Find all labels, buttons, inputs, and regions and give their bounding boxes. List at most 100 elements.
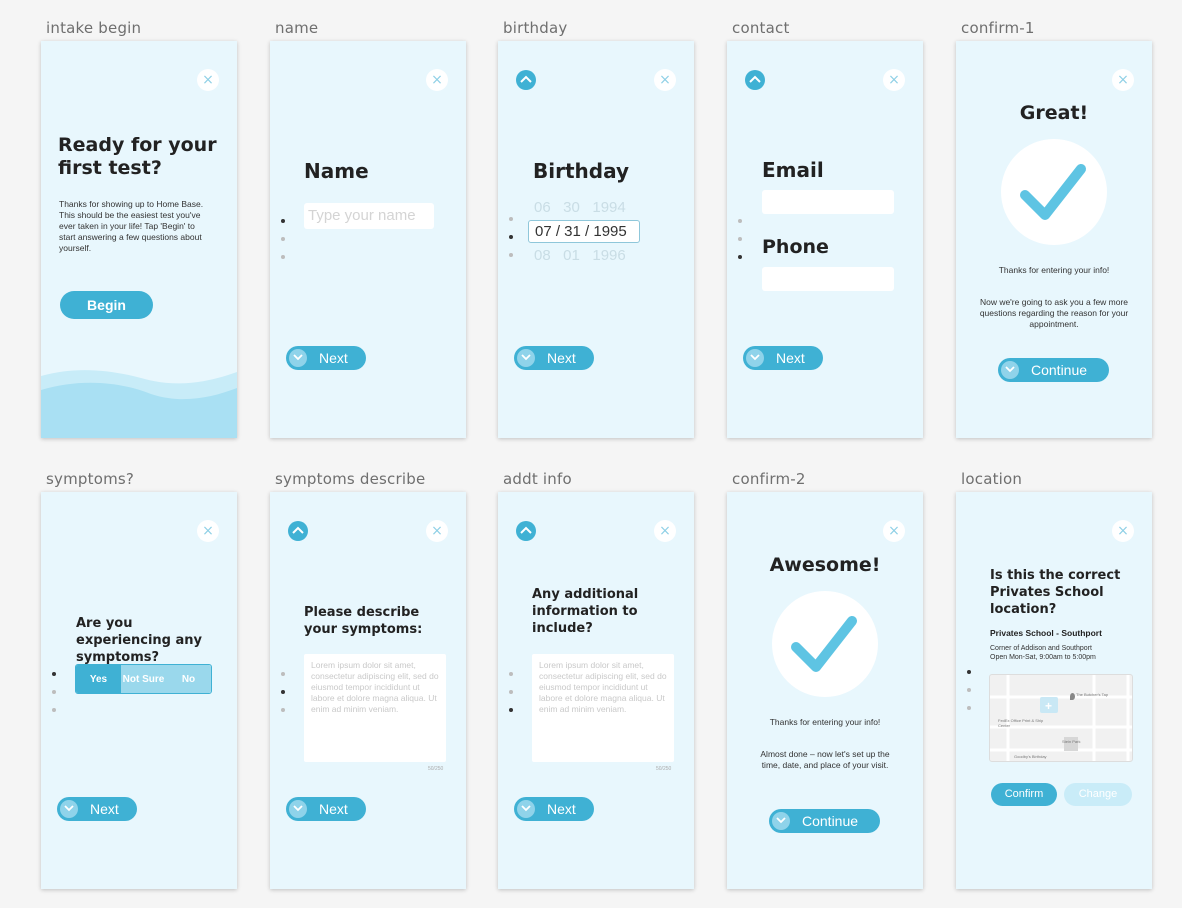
describe-title: Please describe your symptoms: (304, 605, 423, 637)
addt-textarea[interactable]: Lorem ipsum dolor sit amet, consectetur … (532, 654, 674, 762)
next-label: Next (319, 350, 348, 366)
symptoms-textarea[interactable]: Lorem ipsum dolor sit amet, consectetur … (304, 654, 446, 762)
continue-label: Continue (802, 813, 859, 829)
progress-dot (509, 253, 513, 257)
location-map[interactable]: + The Butcher's Tap FedEx Office Print &… (989, 674, 1133, 762)
chevron-down-icon (772, 812, 790, 830)
progress-dot (509, 217, 513, 221)
chevron-up-icon[interactable] (516, 521, 536, 541)
chevron-up-icon[interactable] (745, 70, 765, 90)
chevron-up-icon[interactable] (516, 70, 536, 90)
screen-intake-begin: × Ready for your first test? Thanks for … (41, 41, 237, 438)
next-button[interactable]: Next (286, 797, 366, 821)
option-yes[interactable]: Yes (76, 665, 121, 693)
next-label: Next (319, 801, 348, 817)
progress-dot (281, 708, 285, 712)
confirm1-title: Great! (1019, 102, 1089, 124)
map-label-goodbys: Goodby's Birthday (1014, 754, 1047, 759)
next-button[interactable]: Next (57, 797, 137, 821)
progress-dot (52, 708, 56, 712)
location-address-line1: Corner of Addison and Southport (990, 645, 1092, 652)
close-icon[interactable]: × (654, 520, 676, 542)
option-no[interactable]: No (166, 665, 211, 693)
intake-body: Thanks for showing up to Home Base. This… (59, 199, 204, 253)
phone-field[interactable] (762, 267, 894, 291)
checkmark-icon (772, 591, 878, 697)
intake-title: Ready for your first test? (58, 134, 217, 180)
screen-addt-info: × Any additional information to include?… (498, 492, 694, 889)
chevron-down-icon (517, 800, 535, 818)
progress-dot (738, 237, 742, 241)
change-button[interactable]: Change (1064, 783, 1132, 806)
chevron-up-icon[interactable] (288, 521, 308, 541)
close-icon[interactable]: × (426, 520, 448, 542)
intake-title-line1: Ready for your (58, 134, 217, 156)
close-icon[interactable]: × (654, 69, 676, 91)
label-confirm-1: confirm-1 (961, 19, 1035, 37)
char-counter: 50/250 (428, 766, 444, 772)
map-label-butchers-tap: The Butcher's Tap (1076, 692, 1109, 697)
progress-dot (967, 706, 971, 710)
date-row-next[interactable]: 08 01 1996 (534, 247, 626, 264)
name-title: Name (304, 159, 369, 183)
continue-button[interactable]: Continue (998, 358, 1109, 382)
label-symptoms-describe: symptoms describe (275, 470, 426, 488)
label-confirm-2: confirm-2 (732, 470, 806, 488)
progress-dot (281, 690, 285, 694)
progress-dots (738, 219, 744, 273)
progress-dot (738, 255, 742, 259)
progress-dot (52, 672, 56, 676)
progress-dots (281, 219, 287, 273)
next-button[interactable]: Next (514, 797, 594, 821)
progress-dot (967, 688, 971, 692)
symptoms-segmented-control: Yes Not Sure No (75, 664, 212, 694)
next-button[interactable]: Next (514, 346, 594, 370)
next-label: Next (90, 801, 119, 817)
continue-button[interactable]: Continue (769, 809, 880, 833)
chevron-down-icon (746, 349, 764, 367)
confirm2-title: Awesome! (769, 554, 881, 576)
email-field[interactable] (762, 190, 894, 214)
close-icon[interactable]: × (883, 520, 905, 542)
location-name: Privates School - Southport (990, 628, 1102, 638)
progress-dot (509, 708, 513, 712)
chevron-down-icon (289, 800, 307, 818)
confirm1-line1: Thanks for entering your info! (998, 265, 1110, 275)
screen-confirm-1: × Great! Thanks for entering your info! … (956, 41, 1152, 438)
progress-dot (281, 237, 285, 241)
label-name: name (275, 19, 319, 37)
date-row-prev[interactable]: 06 30 1994 (534, 199, 626, 216)
date-row-selected[interactable]: 07 / 31 / 1995 (528, 220, 640, 243)
screen-confirm-2: × Awesome! Thanks for entering your info… (727, 492, 923, 889)
addt-title: Any additional information to include? (532, 587, 639, 636)
location-title: Is this the correct Privates School loca… (990, 568, 1121, 617)
close-icon[interactable]: × (197, 520, 219, 542)
label-location: location (961, 470, 1023, 488)
close-icon[interactable]: × (1112, 520, 1134, 542)
progress-dot (281, 219, 285, 223)
progress-dot (509, 672, 513, 676)
confirm2-line2: Almost done – now let's set up the time,… (760, 749, 890, 770)
confirm-button[interactable]: Confirm (991, 783, 1057, 806)
next-button[interactable]: Next (743, 346, 823, 370)
map-label-stein-park: Stein Park (1062, 739, 1081, 744)
email-label: Email (762, 158, 824, 182)
phone-label: Phone (762, 236, 829, 258)
map-label-fedex: FedEx Office Print & Ship Center (998, 718, 1044, 728)
close-icon[interactable]: × (426, 69, 448, 91)
close-icon[interactable]: × (197, 69, 219, 91)
next-button[interactable]: Next (286, 346, 366, 370)
confirm1-line2: Now we're going to ask you a few more qu… (979, 297, 1129, 329)
next-label: Next (547, 350, 576, 366)
progress-dots (509, 217, 515, 271)
name-input[interactable]: Type your name (304, 203, 434, 229)
progress-dot (738, 219, 742, 223)
confirm-label: Confirm (1004, 788, 1044, 800)
map-pin-icon (1070, 693, 1075, 700)
option-not-sure[interactable]: Not Sure (121, 665, 166, 693)
begin-button[interactable]: Begin (60, 291, 153, 319)
close-icon[interactable]: × (1112, 69, 1134, 91)
hospital-plus-icon: + (1045, 699, 1053, 713)
close-icon[interactable]: × (883, 69, 905, 91)
continue-label: Continue (1031, 362, 1088, 378)
